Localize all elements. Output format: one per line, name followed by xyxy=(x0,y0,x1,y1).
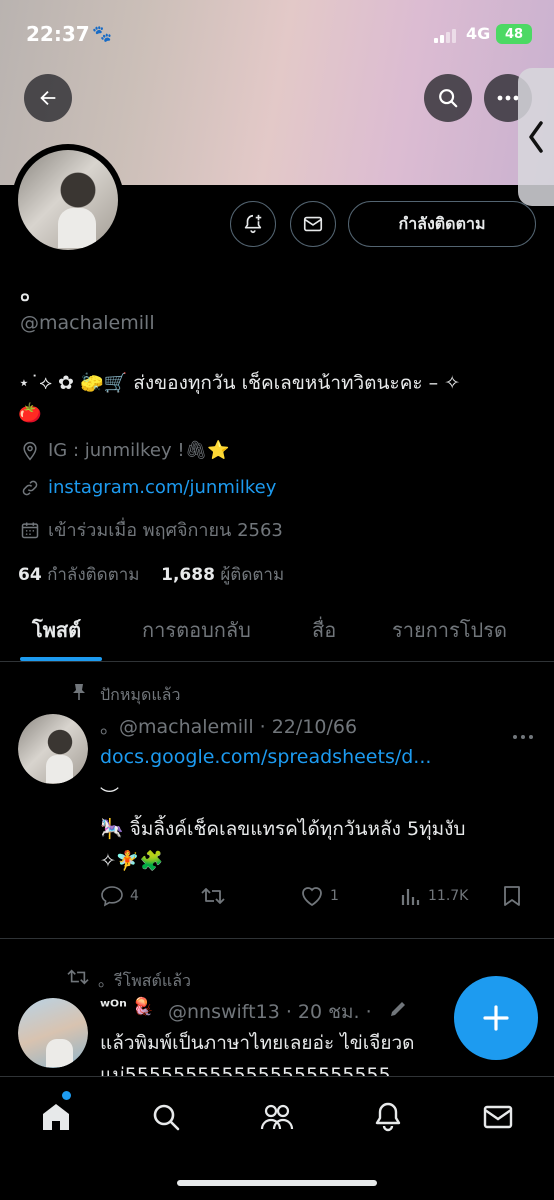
post-line-1: 🎠 จิ้มลิ้งค์เช็คเลขแทรคได้ทุกวันหลัง 5ทุ… xyxy=(100,818,466,840)
post-author-line: 。@machalemill · 22/10/66 xyxy=(100,716,358,738)
repost-line-1: แล้วพิมพ์เป็นภาษาไทยเลยอ่ะ ไข่เจียวด xyxy=(100,1032,415,1054)
reply-action[interactable]: 4 xyxy=(100,885,139,907)
more-dots-icon xyxy=(497,95,519,101)
message-button[interactable] xyxy=(290,201,336,247)
edit-icon xyxy=(388,999,408,1023)
profile-website[interactable]: instagram.com/junmilkey xyxy=(20,477,276,498)
repost-avatar-image xyxy=(18,998,88,1068)
profile-bio: ⋆˙⟡ ✿ 🧽🛒 ส่งของทุกวัน เช็คเลขหน้าทวิตนะค… xyxy=(18,368,542,428)
profile-name: ๐ xyxy=(20,286,30,305)
search-icon xyxy=(439,89,458,108)
following-stat[interactable]: 64 กำลังติดตาม xyxy=(18,565,140,585)
status-time: 22:37 xyxy=(26,22,90,46)
bookmark-icon xyxy=(504,886,520,906)
pinned-post[interactable]: ปักหมุดแล้ว 。@machalemill · 22/10/66 doc… xyxy=(0,663,554,938)
notify-button[interactable] xyxy=(230,201,276,247)
tab-media[interactable]: สื่อ xyxy=(312,614,336,646)
view-count: 11.7K xyxy=(428,888,469,904)
post-body: docs.google.com/spreadsheets/d... ︶ 🎠 จิ… xyxy=(100,741,465,877)
following-label: กำลังติดตาม xyxy=(47,565,140,585)
tab-replies[interactable]: การตอบกลับ xyxy=(142,614,251,646)
compose-button[interactable] xyxy=(454,976,538,1060)
link-icon xyxy=(20,478,40,498)
profile-location: IG : junmilkey !🖇⭐ xyxy=(20,440,230,461)
chevron-left-icon xyxy=(529,121,543,153)
side-panel-handle[interactable] xyxy=(518,68,554,206)
following-count: 64 xyxy=(18,565,42,585)
avatar-image xyxy=(18,150,118,250)
repost-line-2: แม่5555555555555555555555 xyxy=(100,1064,391,1076)
battery-level: 48 xyxy=(504,26,524,42)
tab-likes[interactable]: รายการโปรด xyxy=(392,614,507,646)
home-icon xyxy=(43,1104,69,1130)
pin-icon xyxy=(72,683,86,705)
communities-icon xyxy=(260,1104,294,1130)
bio-line-1: ⋆˙⟡ ✿ 🧽🛒 ส่งของทุกวัน เช็คเลขหน้าทวิตนะค… xyxy=(18,372,461,394)
repost-label: 。รีโพสต์แล้ว xyxy=(98,971,191,990)
nav-communities[interactable] xyxy=(257,1097,297,1137)
envelope-icon xyxy=(303,216,323,232)
views-action[interactable]: 11.7K xyxy=(400,885,468,907)
nav-home[interactable] xyxy=(36,1097,76,1137)
search-nav-icon xyxy=(153,1104,180,1131)
bell-plus-icon xyxy=(244,214,262,234)
repost-action[interactable] xyxy=(200,885,232,907)
followers-label: ผู้ติดตาม xyxy=(220,565,285,585)
post-avatar[interactable] xyxy=(18,714,88,784)
post-avatar-image xyxy=(18,714,88,784)
profile-handle: @machalemill xyxy=(20,312,155,334)
follow-counts: 64 กำลังติดตาม 1,688 ผู้ติดตาม xyxy=(18,561,284,588)
bookmark-action[interactable] xyxy=(502,885,528,907)
following-button[interactable]: กำลังติดตาม xyxy=(348,201,536,247)
repost-context-icon xyxy=(66,967,90,991)
repost-body: แล้วพิมพ์เป็นภาษาไทยเลยอ่ะ ไข่เจียวด แม่… xyxy=(100,1027,415,1076)
tab-posts[interactable]: โพสต์ xyxy=(32,614,81,646)
joined-text: เข้าร่วมเมื่อ พฤศจิกายน 2563 xyxy=(48,520,283,541)
post-line-2: ✧🧚🧩 xyxy=(100,850,164,872)
repost-author-name: ʷᴼⁿ 🪼 xyxy=(100,997,154,1017)
profile-avatar[interactable] xyxy=(12,144,124,256)
post-more-icon[interactable] xyxy=(512,725,534,744)
bio-line-2: 🍅 xyxy=(18,402,42,424)
post-deco: ︶ xyxy=(100,786,120,808)
network-label: 4G xyxy=(466,24,491,43)
calendar-icon xyxy=(20,520,40,540)
signal-icon xyxy=(434,27,460,43)
repost-icon xyxy=(201,888,225,904)
analytics-icon xyxy=(401,889,420,905)
home-indicator xyxy=(177,1180,377,1186)
active-tab-indicator xyxy=(20,657,102,661)
post-link[interactable]: docs.google.com/spreadsheets/d... xyxy=(100,741,465,773)
arrow-left-icon xyxy=(40,90,56,106)
reply-count: 4 xyxy=(130,888,139,904)
followers-stat[interactable]: 1,688 ผู้ติดตาม xyxy=(161,565,284,585)
home-notification-dot xyxy=(62,1091,71,1100)
paw-icon: 🐾 xyxy=(92,24,112,43)
repost-avatar[interactable] xyxy=(18,998,88,1068)
plus-icon xyxy=(483,1005,509,1031)
profile-tabs: โพสต์ การตอบกลับ สื่อ รายการโปรด xyxy=(0,600,554,662)
bell-icon xyxy=(375,1102,401,1132)
location-text: IG : junmilkey !🖇⭐ xyxy=(48,440,230,461)
repost-author-line: @nnswift13 · 20 ชม. · xyxy=(168,1001,372,1023)
battery-icon: 48 xyxy=(496,24,532,44)
nav-messages[interactable] xyxy=(478,1097,518,1137)
heart-icon xyxy=(302,887,322,907)
pinned-label: ปักหมุดแล้ว xyxy=(100,685,181,704)
location-pin-icon xyxy=(20,441,40,461)
status-bar: 22:37 🐾 4G 48 xyxy=(0,0,554,68)
website-link[interactable]: instagram.com/junmilkey xyxy=(48,477,276,498)
back-button[interactable] xyxy=(24,74,72,122)
envelope-nav-icon xyxy=(483,1105,513,1129)
like-action[interactable]: 1 xyxy=(300,885,339,907)
followers-count: 1,688 xyxy=(161,565,215,585)
search-button[interactable] xyxy=(424,74,472,122)
reply-icon xyxy=(101,886,123,907)
like-count: 1 xyxy=(330,888,339,904)
nav-notifications[interactable] xyxy=(368,1097,408,1137)
nav-search[interactable] xyxy=(146,1097,186,1137)
profile-joined: เข้าร่วมเมื่อ พฤศจิกายน 2563 xyxy=(20,515,283,544)
